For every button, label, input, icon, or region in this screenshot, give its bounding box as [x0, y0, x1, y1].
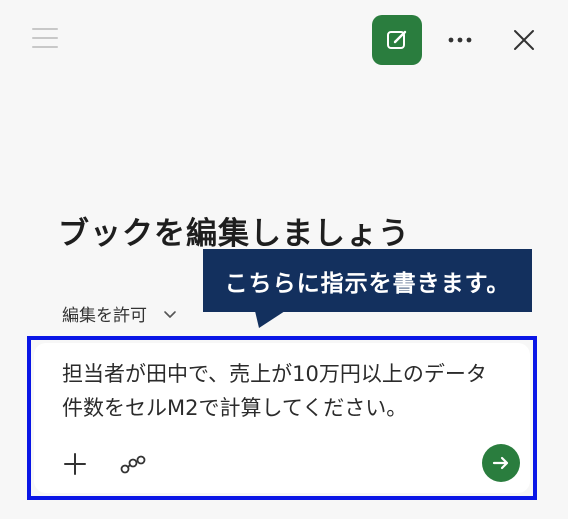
send-button[interactable] [482, 444, 520, 482]
more-horizontal-icon [448, 37, 472, 43]
prompt-line-2: 件数をセルM2で計算してください。 [62, 396, 408, 420]
prompt-input-box[interactable]: 担当者が田中で、売上が10万円以上のデータ 件数をセルM2で計算してください。 [34, 343, 530, 493]
prompt-line-1: 担当者が田中で、売上が10万円以上のデータ [62, 362, 487, 386]
close-button[interactable] [508, 24, 540, 56]
edit-icon [387, 30, 407, 49]
new-chat-button[interactable] [372, 15, 422, 65]
add-attachment-button[interactable] [62, 451, 88, 477]
plus-icon [64, 453, 86, 475]
close-icon [514, 30, 534, 50]
arrow-right-icon [492, 456, 509, 470]
link-icon [120, 455, 146, 474]
chevron-down-icon [164, 310, 176, 318]
composer-highlight-frame: 担当者が田中で、売上が10万円以上のデータ 件数をセルM2で計算してください。 [27, 336, 537, 500]
prompt-text[interactable]: 担当者が田中で、売上が10万円以上のデータ 件数をセルM2で計算してください。 [62, 357, 512, 425]
link-button[interactable] [118, 451, 148, 477]
more-options-button[interactable] [444, 24, 476, 56]
callout-text: こちらに指示を書きます。 [224, 270, 511, 297]
hamburger-icon[interactable] [32, 28, 58, 50]
permission-dropdown[interactable]: 編集を許可 [62, 301, 177, 326]
page-title: ブックを編集しましょう [58, 216, 410, 252]
permission-label: 編集を許可 [62, 306, 147, 326]
callout-pointer [255, 311, 285, 328]
instruction-callout: こちらに指示を書きます。 [203, 249, 532, 312]
